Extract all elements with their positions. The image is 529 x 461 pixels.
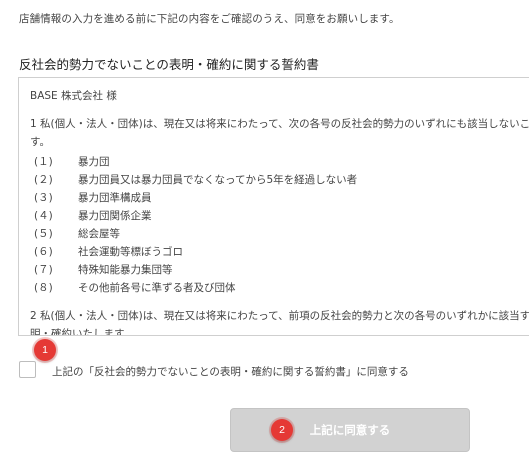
clause-2-text-continued: 明・確約いたします。 — [30, 328, 134, 336]
terms-item-number: (２) — [34, 174, 53, 186]
clause-1-text-continued: す。 — [30, 136, 50, 148]
terms-item-number: (３) — [34, 192, 53, 204]
agree-checkbox-label[interactable]: 上記の「反社会的勢力でないことの表明・確約に関する誓約書」に同意する — [52, 364, 409, 379]
terms-item-text: 総会屋等 — [78, 228, 120, 240]
terms-item-text: その他前各号に準ずる者及び団体 — [78, 282, 236, 294]
terms-list-item: (４) 暴力団関係企業 — [30, 207, 529, 225]
section-title: 反社会的勢力でないことの表明・確約に関する誓約書 — [19, 57, 319, 72]
clause-1-text: 1 私(個人・法人・団体)は、現在又は将来にわたって、次の各号の反社会的勢力のい… — [30, 118, 529, 130]
terms-item-text: 暴力団 — [78, 156, 110, 168]
terms-item-text: 暴力団準構成員 — [78, 192, 152, 204]
terms-item-number: (１) — [34, 156, 53, 168]
terms-scroll-box[interactable]: BASE 株式会社 様 1 私(個人・法人・団体)は、現在又は将来にわたって、次… — [18, 77, 529, 336]
terms-list-item: (２) 暴力団員又は暴力団員でなくなってから5年を経過しない者 — [30, 171, 529, 189]
agree-button[interactable]: 上記に同意する — [230, 408, 470, 452]
terms-list-item: (６) 社会運動等標ぼうゴロ — [30, 243, 529, 261]
terms-item-text: 暴力団関係企業 — [78, 210, 152, 222]
agree-checkbox[interactable] — [19, 361, 36, 378]
terms-item-text: 特殊知能暴力集団等 — [78, 264, 173, 276]
terms-item-number: (５) — [34, 228, 53, 240]
intro-text: 店舗情報の入力を進める前に下記の内容をご確認のうえ、同意をお願いします。 — [19, 13, 400, 25]
terms-item-number: (７) — [34, 264, 53, 276]
terms-list-item: (７) 特殊知能暴力集団等 — [30, 261, 529, 279]
clause-2-text: 2 私(個人・法人・団体)は、現在又は将来にわたって、前項の反社会的勢力と次の各… — [30, 310, 529, 322]
annotation-badge-1: 1 — [34, 339, 56, 361]
terms-addressee: BASE 株式会社 様 — [30, 90, 117, 102]
terms-item-number: (４) — [34, 210, 53, 222]
terms-list-item: (１) 暴力団 — [30, 153, 529, 171]
terms-list-item: (３) 暴力団準構成員 — [30, 189, 529, 207]
terms-list-item: (５) 総会屋等 — [30, 225, 529, 243]
terms-item-text: 暴力団員又は暴力団員でなくなってから5年を経過しない者 — [78, 174, 358, 186]
annotation-badge-2: 2 — [271, 419, 293, 441]
terms-list-item: (８) その他前各号に準ずる者及び団体 — [30, 279, 529, 297]
terms-item-number: (６) — [34, 246, 53, 258]
terms-item-number: (８) — [34, 282, 53, 294]
terms-item-text: 社会運動等標ぼうゴロ — [78, 246, 183, 258]
terms-content: BASE 株式会社 様 1 私(個人・法人・団体)は、現在又は将来にわたって、次… — [30, 87, 529, 336]
